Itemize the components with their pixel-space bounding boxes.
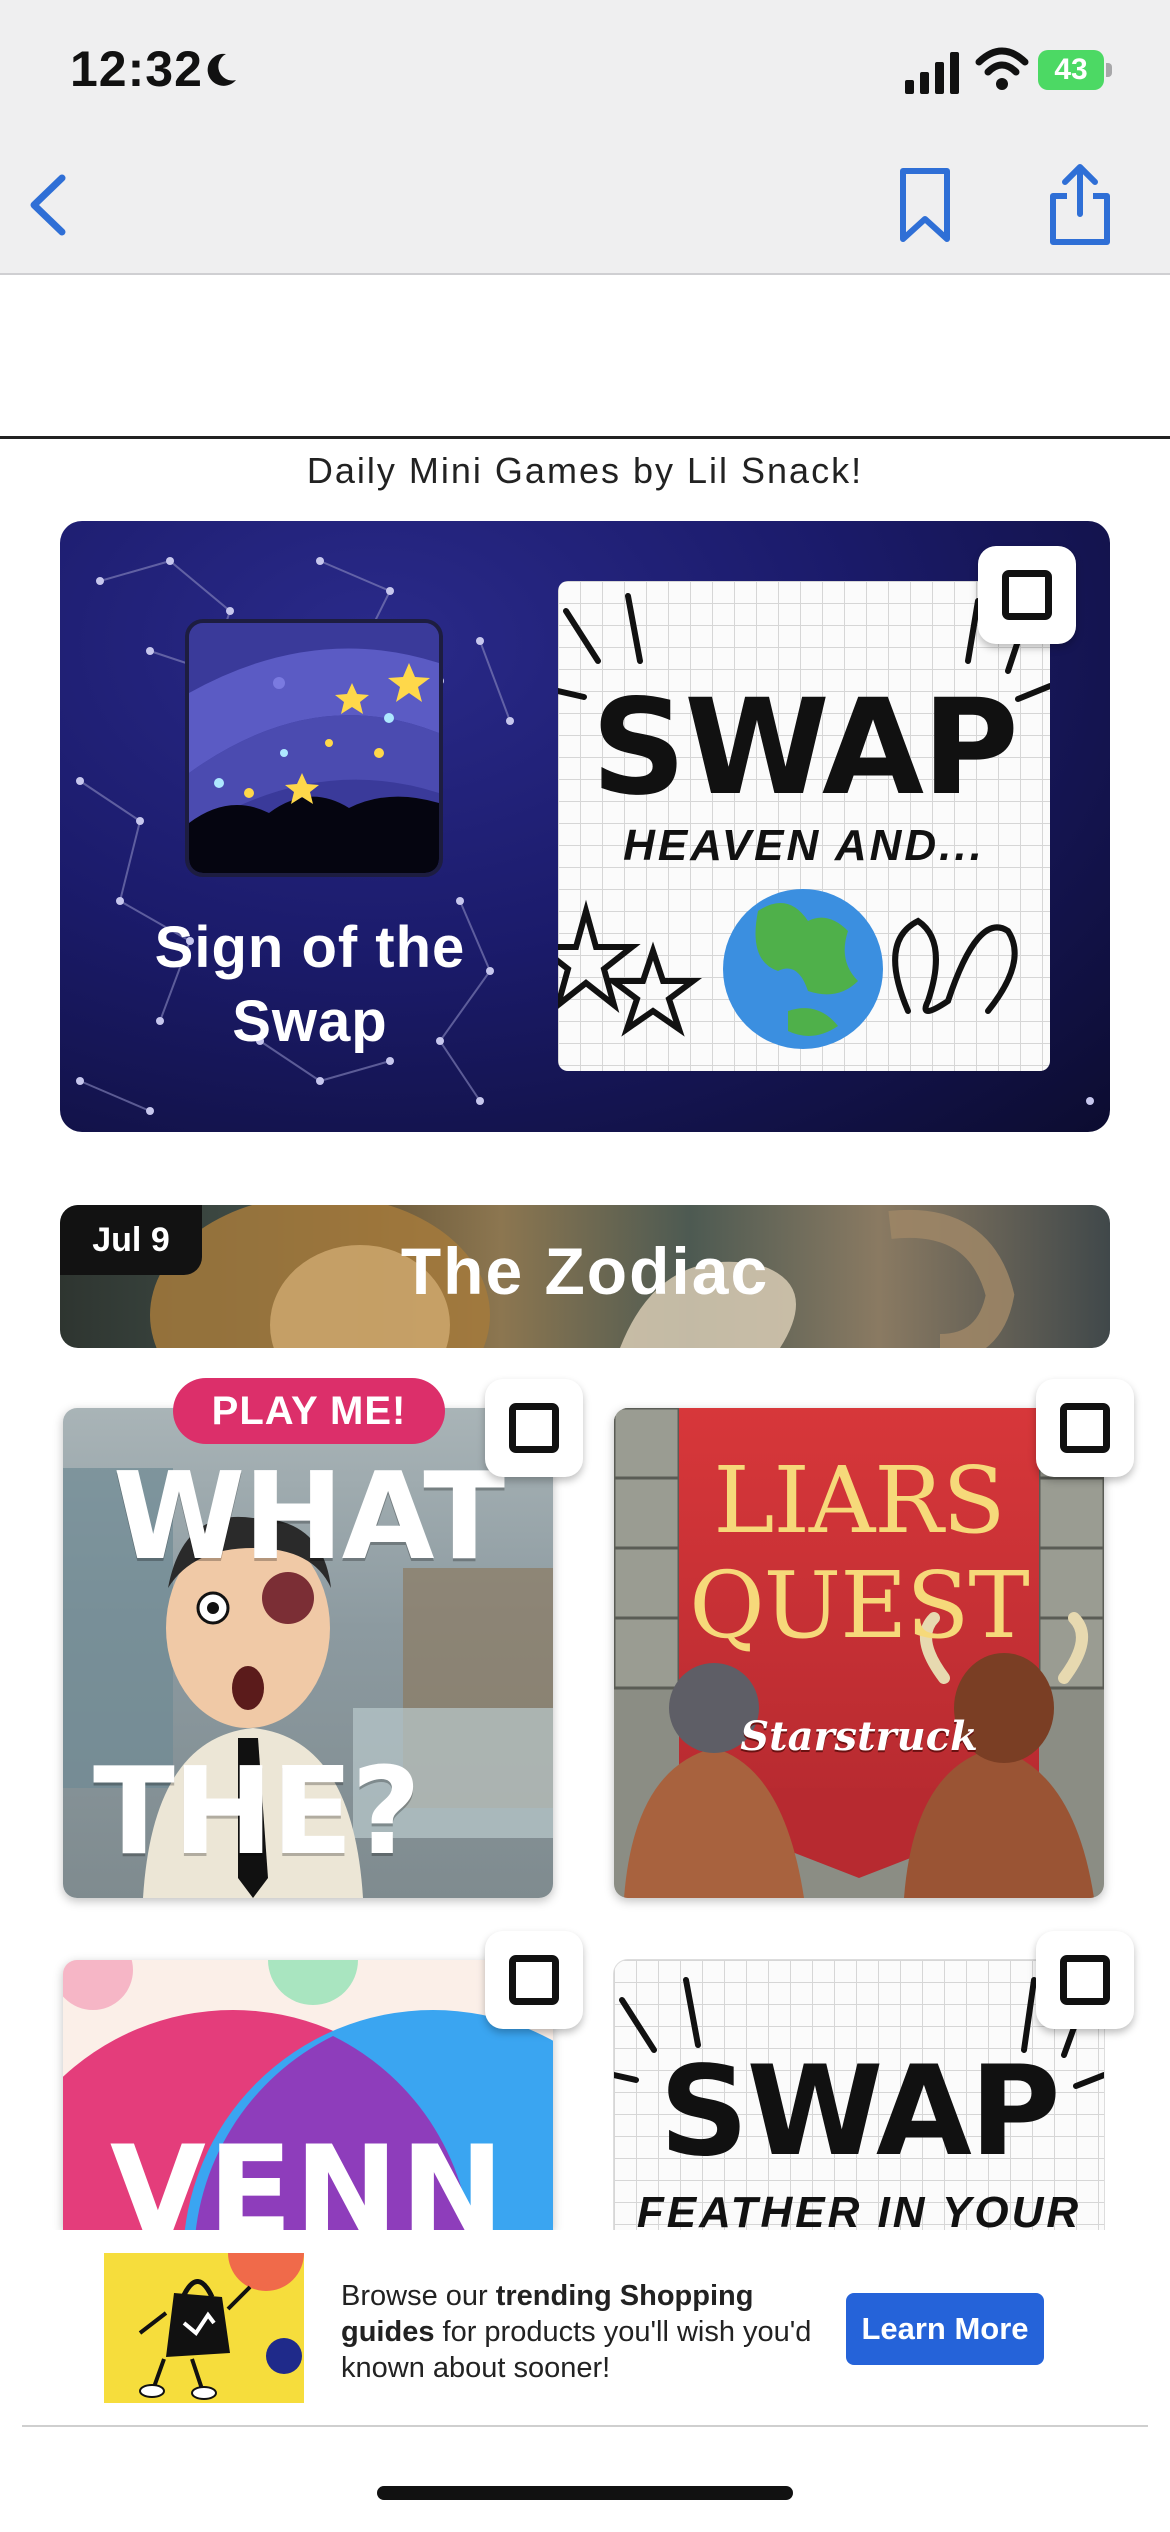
learn-more-button[interactable]: Learn More <box>846 2293 1044 2365</box>
completion-checkbox[interactable] <box>1036 1379 1134 1477</box>
tile-text-what: WHAT <box>112 1448 505 1587</box>
header-divider <box>0 436 1170 439</box>
game-tile-liars-quest[interactable]: LIARS QUEST Starstruck <box>614 1408 1104 1898</box>
section-title: The Zodiac <box>400 1234 770 1308</box>
game-tile-venn[interactable]: VENN <box>63 1960 553 2230</box>
shopping-bag-illustration <box>104 2253 304 2403</box>
cellular-signal-icon <box>905 52 959 94</box>
page-headline: Daily Mini Games by Lil Snack! <box>306 450 864 491</box>
ad-divider <box>22 2425 1148 2427</box>
liars-quest-title: LIARS QUEST <box>689 1447 1030 1659</box>
wifi-icon <box>975 47 1029 90</box>
night-sky-icon <box>185 619 443 877</box>
game-tile-swap[interactable]: SWAP FEATHER IN YOUR <box>614 1960 1104 2230</box>
battery-level: 43 <box>1038 50 1104 90</box>
featured-game-title: Sign of the Swap <box>154 915 466 1054</box>
swap-subtitle: HEAVEN AND... <box>623 821 985 870</box>
ad-copy: Browse our trending Shopping guides for p… <box>341 2280 812 2384</box>
completion-checkbox[interactable] <box>485 1379 583 1477</box>
home-indicator[interactable] <box>377 2486 793 2500</box>
completion-checkbox[interactable] <box>978 546 1076 644</box>
completion-checkbox[interactable] <box>485 1931 583 2029</box>
date-badge: Jul 9 <box>60 1205 202 1275</box>
moon-icon <box>207 53 236 86</box>
share-icon[interactable] <box>1045 162 1115 246</box>
ad-banner[interactable]: Browse our trending Shopping guides for p… <box>0 2230 1170 2430</box>
battery-indicator: 43 <box>1038 50 1112 92</box>
back-chevron-icon[interactable] <box>20 170 80 240</box>
section-banner[interactable]: The Zodiac Jul 9 <box>60 1205 1110 1348</box>
completion-checkbox[interactable] <box>1036 1931 1134 2029</box>
tile-text-the: THE? <box>93 1743 421 1882</box>
featured-game-card[interactable]: Sign of the Swap SWAP HEAVEN AND... <box>60 521 1110 1132</box>
swap-title: SWAP <box>659 2040 1060 2184</box>
status-time: 12:32 <box>70 41 203 97</box>
game-tile-what-the[interactable]: WHAT THE? <box>63 1408 553 1898</box>
bookmark-icon[interactable] <box>895 165 955 245</box>
swap-game-artwork: SWAP HEAVEN AND... <box>558 581 1050 1071</box>
liars-quest-subtitle: Starstruck <box>740 1713 978 1760</box>
swap-title: SWAP <box>591 671 1019 825</box>
venn-title: VENN <box>109 2120 507 2230</box>
play-me-badge[interactable]: PLAY ME! <box>173 1378 445 1444</box>
swap-subtitle: FEATHER IN YOUR <box>636 2188 1082 2230</box>
